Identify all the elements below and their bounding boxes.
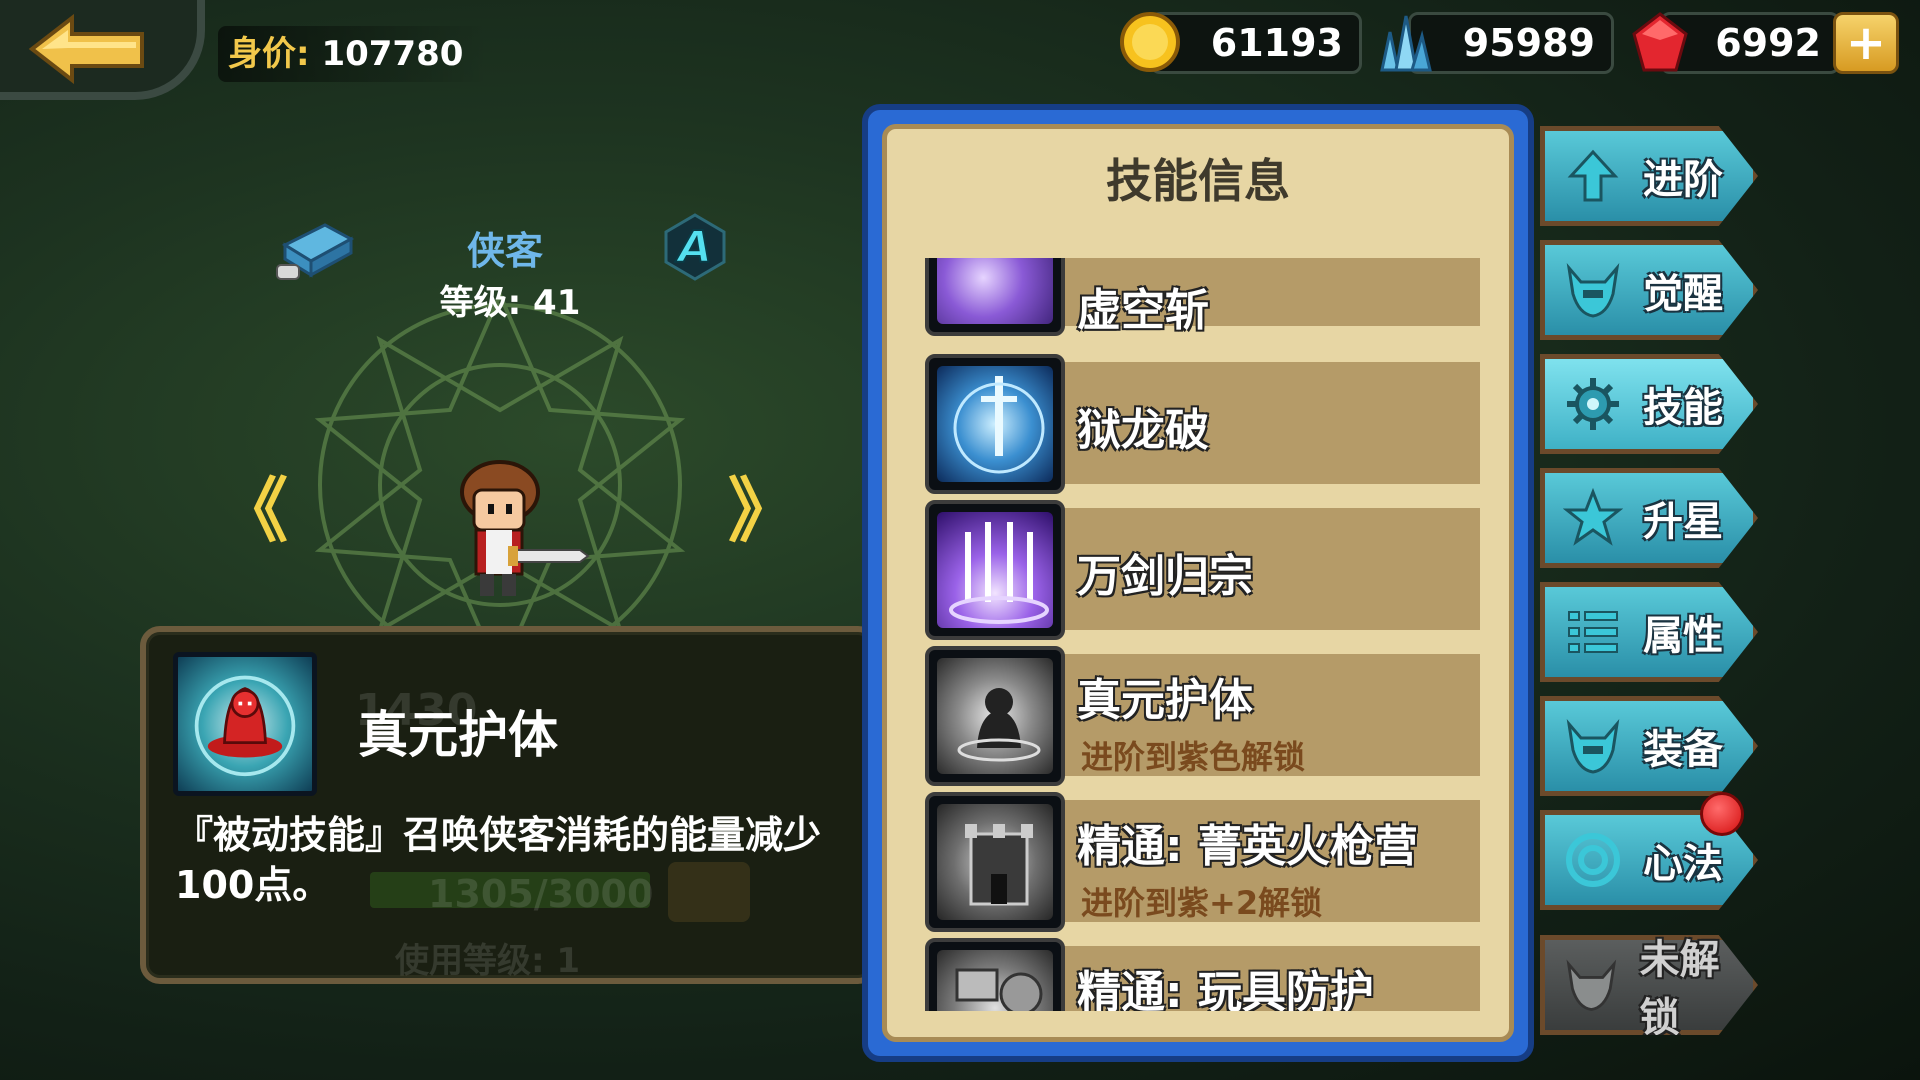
skill-name: 虚空斩 [1077, 285, 1209, 336]
unlock-hint: 进阶到紫+2解锁 [1081, 884, 1323, 922]
skill-row-mastery-musketeer[interactable]: 精通: 菁英火枪营 进阶到紫+2解锁 [925, 792, 1480, 932]
list-icon [1568, 611, 1618, 653]
menu-label: 觉醒 [1643, 271, 1723, 317]
ghost-use-level: 使用等级: 1 [395, 941, 581, 981]
menu-label: 进阶 [1643, 157, 1723, 203]
skill-name: 真元护体 [1077, 675, 1253, 726]
skill-detail-icon [173, 652, 317, 796]
void-slash-icon [925, 258, 1065, 336]
skill-info-title: 技能信息 [1106, 154, 1290, 208]
skill-name: 精通: 玩具防护 [1077, 967, 1374, 1011]
menu-advance[interactable]: 进阶 [1540, 126, 1758, 226]
prison-dragon-icon [925, 354, 1065, 494]
ruby-gem-icon [1632, 12, 1688, 72]
rank-badge-icon: A [664, 213, 726, 281]
toy-defense-gray-icon [925, 938, 1065, 1011]
horned-helmet-icon [1566, 719, 1620, 774]
ruby-value: 6992 [1715, 21, 1821, 65]
menu-label: 装备 [1643, 727, 1723, 773]
skill-row-ten-thousand-swords[interactable]: 万剑归宗 [925, 500, 1480, 640]
back-arrow-icon[interactable] [28, 14, 148, 84]
next-character-button[interactable]: 》 [728, 455, 798, 556]
skill-row-true-essence[interactable]: 真元护体 进阶到紫色解锁 [925, 646, 1480, 786]
ten-thousand-swords-icon [925, 500, 1065, 640]
prev-character-button[interactable]: 《 [218, 455, 288, 556]
gold-value: 61193 [1210, 21, 1343, 65]
menu-star-up[interactable]: 升星 [1540, 468, 1758, 568]
menu-label: 属性 [1643, 613, 1723, 659]
skill-name: 精通: 菁英火枪营 [1077, 821, 1418, 872]
crystal-icon [1380, 15, 1432, 72]
menu-attributes[interactable]: 属性 [1540, 582, 1758, 682]
musketeer-camp-gray-icon [925, 792, 1065, 932]
menu-label: 未解锁 [1639, 937, 1720, 1041]
skill-name: 万剑归宗 [1077, 551, 1253, 602]
skill-row-mastery-toy-defense[interactable]: 精通: 玩具防护 [925, 938, 1480, 1011]
menu-awaken[interactable]: 觉醒 [1540, 240, 1758, 340]
rank-letter: A [675, 222, 712, 273]
locked-emblem-icon [1566, 959, 1617, 1011]
skill-row-void-slash[interactable]: 虚空斩 [925, 258, 1480, 336]
menu-label: 升星 [1643, 499, 1723, 545]
character-sprite [460, 460, 590, 596]
target-icon [1566, 833, 1620, 887]
star-icon [1563, 488, 1623, 546]
character-name: 侠客 [466, 229, 543, 273]
skill-detail-description: 『被动技能』召唤侠客消耗的能量减少100点。 [175, 813, 822, 907]
gear-icon [1567, 378, 1619, 430]
skill-detail-title: 真元护体 [358, 706, 558, 764]
menu-skills[interactable]: 技能 [1540, 354, 1758, 454]
worth-display: 身价: 107780 [218, 26, 488, 82]
worth-value: 107780 [321, 34, 464, 74]
arrow-up-icon [1567, 149, 1619, 202]
menu-label: 心法 [1643, 841, 1723, 887]
horned-helmet-icon [1566, 263, 1620, 318]
menu-locked[interactable]: 未解锁 [1540, 935, 1758, 1035]
menu-equipment[interactable]: 装备 [1540, 696, 1758, 796]
skill-name: 狱龙破 [1077, 405, 1209, 456]
unlock-hint: 进阶到紫色解锁 [1081, 738, 1306, 776]
crystal-counter: 95989 [1408, 12, 1614, 74]
true-essence-gray-icon [925, 646, 1065, 786]
skill-list[interactable]: 虚空斩 狱龙破 万剑归宗 真元护体 进阶到紫色解锁 精通: 菁英火枪营 进阶到紫… [925, 258, 1480, 1011]
crystal-value: 95989 [1462, 21, 1595, 65]
menu-label: 技能 [1643, 385, 1723, 431]
skill-row-prison-dragon[interactable]: 狱龙破 [925, 354, 1480, 494]
toy-console-icon [276, 223, 355, 280]
notification-dot [1700, 792, 1744, 836]
gold-coin-icon [1120, 12, 1180, 72]
worth-label: 身价: [228, 34, 310, 74]
add-currency-button[interactable]: + [1833, 12, 1899, 74]
character-level: 等级: 41 [439, 283, 581, 323]
